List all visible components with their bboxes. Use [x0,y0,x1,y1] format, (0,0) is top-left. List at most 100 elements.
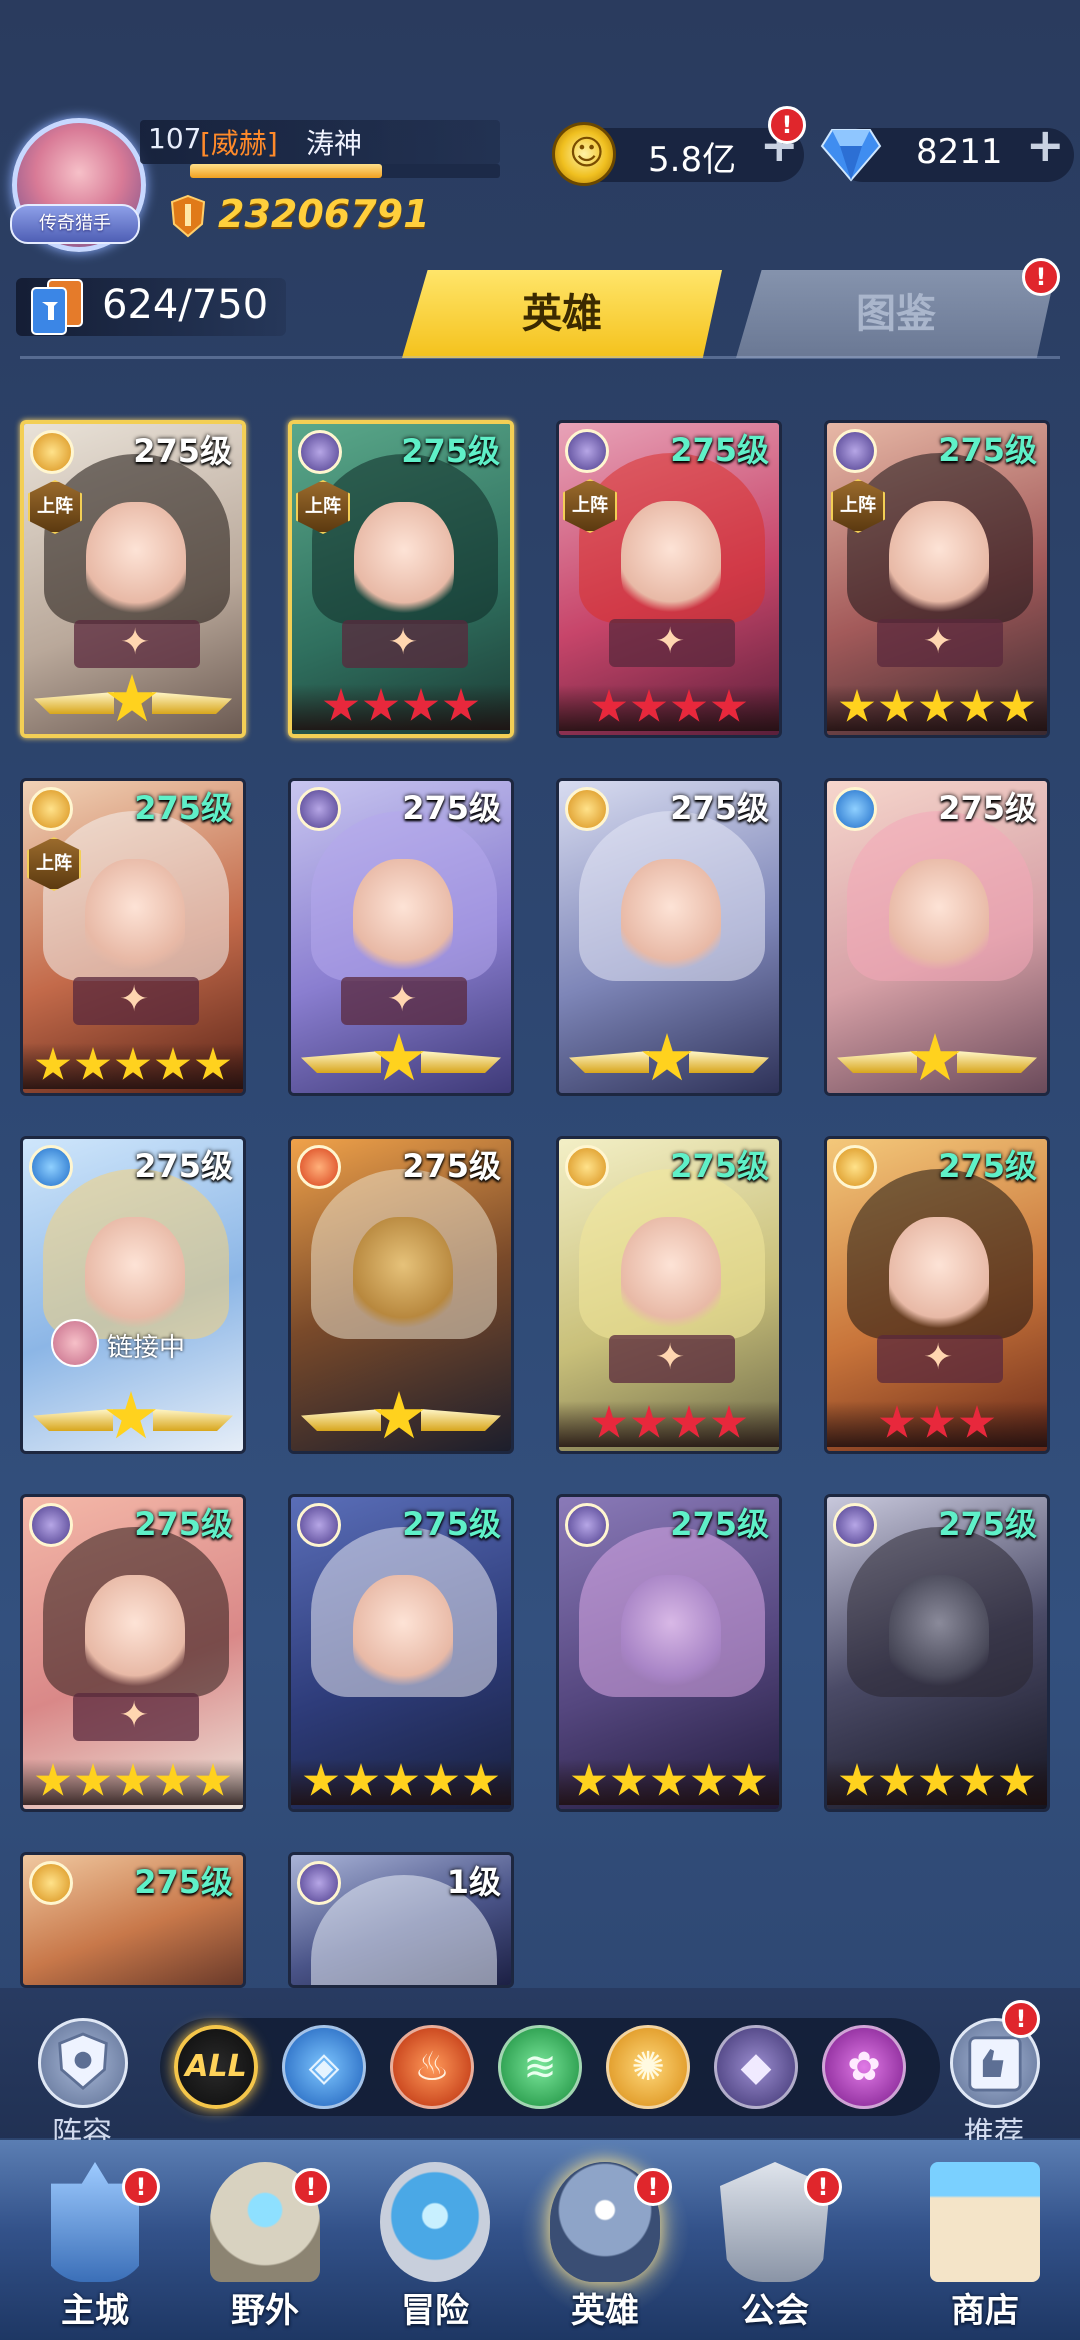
hero-card[interactable]: 275级 上阵 [20,420,246,738]
hero-card[interactable]: 275级 上阵 [288,420,514,738]
diamond-amount: 8211 [916,132,1003,172]
dark-element-icon [565,1503,609,1547]
filter-fire-button[interactable]: ♨ [390,2025,474,2109]
filter-light-button[interactable]: ✺ [606,2025,690,2109]
awaken-wings-icon [33,1391,233,1447]
nav-heroes[interactable]: 英雄 [520,2140,690,2340]
hero-card[interactable]: 1级 [288,1852,514,1988]
filter-arcane-button[interactable]: ✿ [822,2025,906,2109]
light-icon: ✺ [631,2044,665,2090]
hero-card[interactable]: 275级 上阵 [824,420,1050,738]
gold-amount: 5.8亿 [648,140,737,180]
hero-face [353,1575,453,1695]
hero-level: 275级 [938,1505,1037,1543]
hero-level: 275级 [938,431,1037,469]
diamond-icon [820,129,882,182]
star-rating [291,1759,511,1805]
hero-level: 275级 [133,432,232,470]
awaken-wings-icon [569,1033,769,1089]
hero-level: 275级 [402,789,501,827]
star-rating [559,1401,779,1447]
hero-face [621,1217,721,1337]
dark-element-icon [29,1503,73,1547]
gold-alert-badge: ! [768,106,806,144]
shop-icon [930,2162,1040,2282]
hero-card[interactable]: 275级 [556,1136,782,1454]
linked-hero-avatar [51,1319,99,1367]
wild-alert-badge: ! [292,2168,330,2206]
dark-element-icon [297,787,341,831]
hero-level: 275级 [402,1505,501,1543]
tab-heroes[interactable]: 英雄 [402,270,722,358]
star-rating [827,685,1047,731]
filter-dark-button[interactable]: ◆ [714,2025,798,2109]
filter-water-button[interactable]: ◈ [282,2025,366,2109]
lineup-button[interactable] [38,2018,128,2108]
hero-face [889,501,989,621]
add-diamond-button[interactable]: + [1026,118,1065,172]
hero-emblem [74,620,200,668]
hero-card[interactable]: 275级 [556,1494,782,1812]
filter-all-button[interactable]: ALL [174,2025,258,2109]
light-element-icon [29,1861,73,1905]
nav-label: 商店 [951,2291,1019,2331]
light-element-icon [565,787,609,831]
hero-level: 275级 [401,432,500,470]
hero-card[interactable]: 275级 链接中 [20,1136,246,1454]
hero-emblem [877,1335,1003,1383]
hero-emblem [609,1335,735,1383]
hero-card[interactable]: 275级 上阵 [556,420,782,738]
hero-level: 275级 [938,1147,1037,1185]
star-rating [23,1043,243,1089]
hero-level: 275级 [134,789,233,827]
hero-card[interactable]: 275级 [824,778,1050,1096]
dark-element-icon [298,430,342,474]
hero-card[interactable]: 275级 [20,1852,246,1988]
awaken-wings-icon [34,674,232,730]
main-city-alert-badge: ! [122,2168,160,2206]
trident-icon [380,2162,490,2282]
hero-face [85,1575,185,1695]
nav-adventure[interactable]: 冒险 [350,2140,520,2340]
hero-card[interactable]: 275级 [288,1136,514,1454]
hero-face [354,502,454,622]
hero-level: 275级 [134,1863,233,1901]
dark-icon: ◆ [740,2044,772,2090]
guide-alert-badge: ! [1022,258,1060,296]
linking-label: 链接中 [107,1333,186,1363]
nav-shop[interactable]: 商店 [900,2140,1070,2340]
hero-card[interactable]: 275级 [556,778,782,1096]
water-element-icon [833,787,877,831]
hero-card[interactable]: 275级 上阵 [20,778,246,1096]
hero-card[interactable]: 275级 [288,1494,514,1812]
nav-wild[interactable]: 野外 [180,2140,350,2340]
heroes-alert-badge: ! [634,2168,672,2206]
nav-main-city[interactable]: 主城 [10,2140,180,2340]
hero-face [86,502,186,622]
dark-element-icon [297,1861,341,1905]
nav-guild[interactable]: 公会 [690,2140,860,2340]
hero-face [621,501,721,621]
hero-face [85,859,185,979]
hero-card[interactable]: 275级 [824,1494,1050,1812]
player-level: 107 [148,122,202,155]
hero-face [889,1575,989,1695]
star-rating [827,1401,1047,1447]
filter-wind-button[interactable]: ≋ [498,2025,582,2109]
hero-card[interactable]: 275级 [824,1136,1050,1454]
hero-emblem [341,977,467,1025]
nav-label: 公会 [741,2291,809,2331]
hero-level: 275级 [938,789,1037,827]
dark-element-icon [565,429,609,473]
hero-card[interactable]: 275级 [20,1494,246,1812]
tab-guide[interactable]: 图鉴 [736,270,1056,358]
hero-level: 275级 [402,1147,501,1185]
star-rating [559,685,779,731]
hero-face [621,859,721,979]
hero-face [889,859,989,979]
star-rating [559,1759,779,1805]
awaken-wings-icon [301,1033,501,1089]
hero-card[interactable]: 275级 [288,778,514,1096]
water-icon: ◈ [308,2044,340,2090]
star-rating [23,1759,243,1805]
